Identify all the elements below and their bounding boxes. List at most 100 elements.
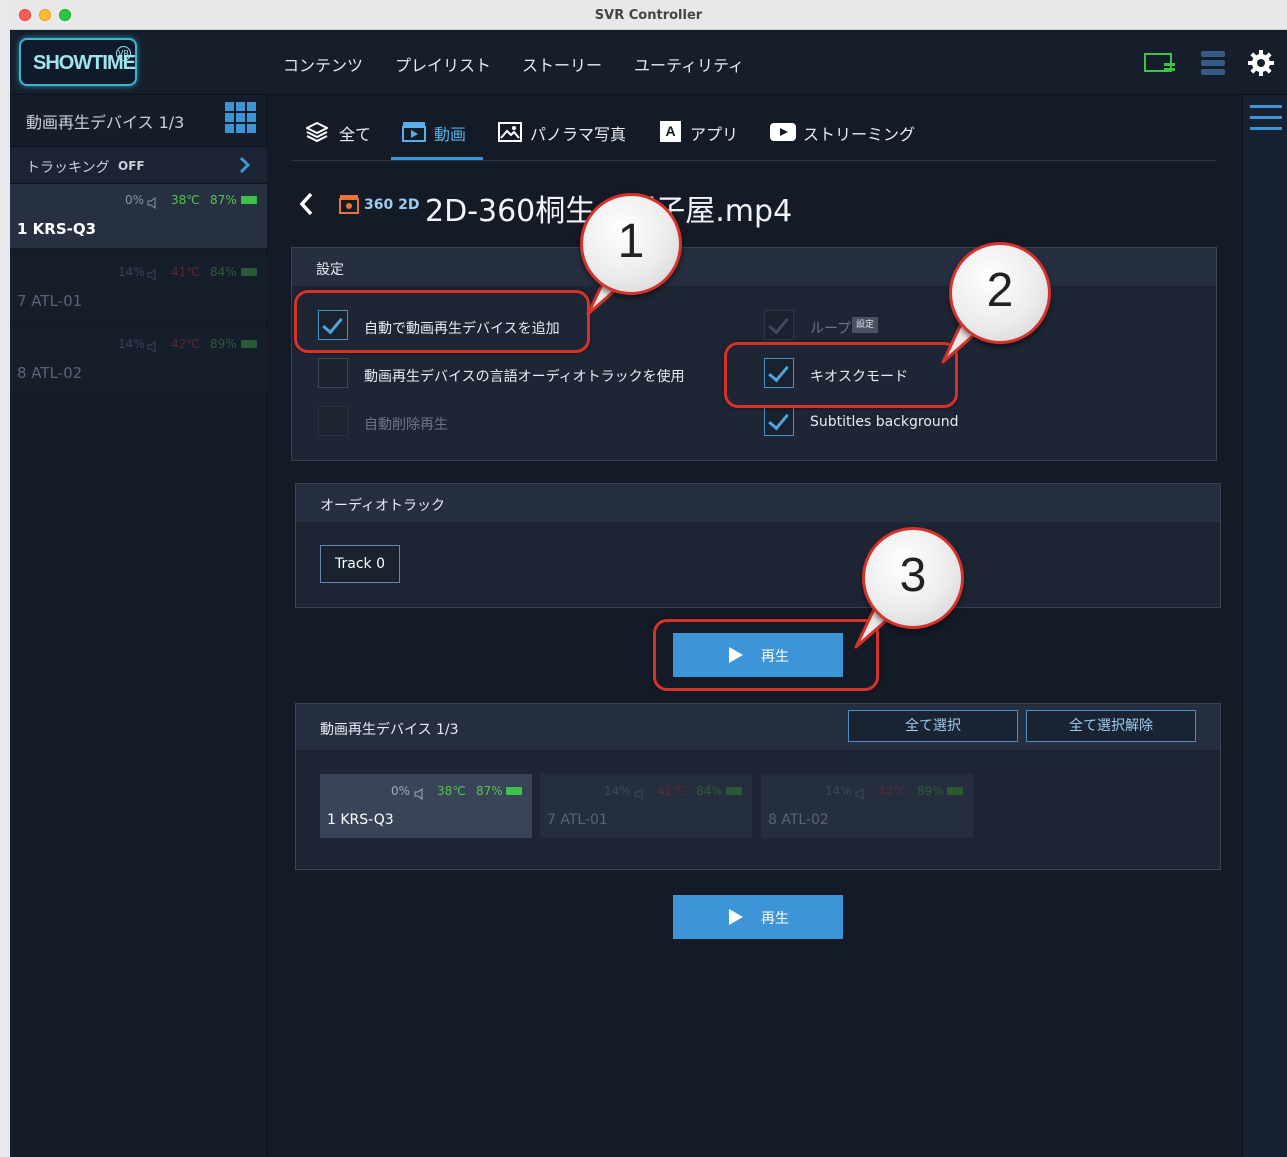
battery-icon <box>506 787 522 795</box>
title-bar: SVR Controller <box>10 0 1287 30</box>
device-volume: 14% <box>118 337 145 351</box>
video-icon <box>402 121 426 143</box>
menu-icon[interactable] <box>1250 105 1282 131</box>
tab-video[interactable]: 動画 <box>434 121 466 145</box>
language-audio-track-checkbox[interactable] <box>318 358 348 388</box>
playback-devices-panel: 動画再生デバイス 1/3 全て選択 全て選択解除 0% 38℃ 87% 1 KR… <box>295 703 1221 870</box>
device-volume: 0% <box>391 784 411 798</box>
device-battery: 84% <box>696 784 723 798</box>
highlight-kiosk-mode <box>724 342 958 408</box>
sidebar-header: 動画再生デバイス 1/3 <box>26 113 185 132</box>
tab-panorama[interactable]: パノラマ写真 <box>530 121 626 145</box>
callout-2: 2 <box>949 242 1051 344</box>
device-name: 7 ATL-01 <box>547 812 608 828</box>
streaming-icon <box>770 123 796 141</box>
tab-app[interactable]: アプリ <box>690 121 738 145</box>
gear-icon[interactable] <box>1247 49 1275 77</box>
panorama-icon <box>498 122 522 142</box>
language-audio-track-label: 動画再生デバイスの言語オーディオトラックを使用 <box>364 369 685 385</box>
tabs-divider <box>291 160 1217 161</box>
devices-title: 動画再生デバイス 1/3 <box>320 722 459 738</box>
play-button-bottom[interactable]: 再生 <box>673 895 843 939</box>
grid-icon[interactable] <box>225 102 257 134</box>
audio-track-header: オーディオトラック <box>296 484 1220 522</box>
format-badge: 360 2D <box>364 197 420 213</box>
device-volume: 14% <box>118 265 145 279</box>
tab-streaming[interactable]: ストリーミング <box>803 121 915 145</box>
auto-delete-playback-checkbox[interactable] <box>318 406 348 436</box>
auto-delete-playback-label: 自動削除再生 <box>364 417 448 433</box>
device-volume: 14% <box>604 784 631 798</box>
subtitles-background-checkbox[interactable] <box>764 406 794 436</box>
battery-icon <box>947 787 963 795</box>
deselect-all-button[interactable]: 全て選択解除 <box>1026 710 1196 742</box>
select-all-button[interactable]: 全て選択 <box>848 710 1018 742</box>
window-title: SVR Controller <box>594 8 703 23</box>
device-name: 8 ATL-02 <box>17 364 83 382</box>
sidebar-device-1[interactable]: 0% 38℃ 87% 1 KRS-Q3 <box>10 184 267 248</box>
tab-all[interactable]: 全て <box>339 121 371 145</box>
callout-1-number: 1 <box>617 215 645 268</box>
audio-track-panel: オーディオトラック Track 0 <box>295 483 1221 608</box>
device-card-2[interactable]: 14% 41℃ 84% 7 ATL-01 <box>540 774 752 838</box>
server-icon[interactable] <box>1200 50 1226 76</box>
device-battery: 89% <box>210 337 237 351</box>
device-temp: 42℃ <box>878 784 907 798</box>
tracking-value: OFF <box>118 159 145 173</box>
chevron-right-icon[interactable] <box>238 155 252 175</box>
device-sidebar: 動画再生デバイス 1/3 トラッキング OFF 0% 38℃ 87% 1 KRS… <box>10 95 267 1157</box>
device-volume: 0% <box>125 193 145 207</box>
showtime-logo: SHOWTIME VR <box>19 38 137 86</box>
battery-icon <box>241 340 257 348</box>
device-battery: 87% <box>210 193 237 207</box>
app-icon: A <box>660 121 681 142</box>
device-battery: 89% <box>917 784 944 798</box>
nav-contents[interactable]: コンテンツ <box>283 52 363 76</box>
device-card-1[interactable]: 0% 38℃ 87% 1 KRS-Q3 <box>320 774 532 838</box>
device-battery: 84% <box>210 265 237 279</box>
sidebar-device-3[interactable]: 14% 42℃ 89% 8 ATL-02 <box>10 328 267 392</box>
speaker-icon <box>634 785 646 800</box>
highlight-auto-add <box>294 290 590 353</box>
callout-1: 1 <box>580 193 682 295</box>
device-card-3[interactable]: 14% 42℃ 89% 8 ATL-02 <box>761 774 973 838</box>
right-panel-strip <box>1242 95 1287 1157</box>
sidebar-device-2[interactable]: 14% 41℃ 84% 7 ATL-01 <box>10 256 267 320</box>
video-type-icon <box>339 194 359 214</box>
device-volume: 14% <box>825 784 852 798</box>
speaker-icon <box>147 266 159 281</box>
play-label: 再生 <box>761 911 789 927</box>
desktop-strip <box>0 0 10 1157</box>
speaker-icon <box>414 785 426 800</box>
device-name: 8 ATL-02 <box>768 812 829 828</box>
speaker-icon <box>147 194 159 209</box>
callout-3: 3 <box>862 527 964 629</box>
device-name: 7 ATL-01 <box>17 292 83 310</box>
loop-checkbox[interactable] <box>764 310 794 340</box>
callout-3-number: 3 <box>899 549 927 602</box>
display-icon[interactable] <box>1144 53 1176 75</box>
settings-title: 設定 <box>316 262 344 278</box>
loop-settings-tag[interactable]: 設定 <box>852 317 879 333</box>
audio-track-title: オーディオトラック <box>320 498 446 514</box>
nav-utility[interactable]: ユーティリティ <box>634 52 744 76</box>
settings-header: 設定 <box>292 248 1216 286</box>
device-temp: 41℃ <box>171 265 200 279</box>
app-window: SVR Controller SHOWTIME VR コンテンツ プレイリスト … <box>10 0 1287 1157</box>
device-temp: 38℃ <box>171 193 200 207</box>
device-temp: 41℃ <box>657 784 686 798</box>
loop-label: ループ <box>810 321 852 337</box>
nav-playlist[interactable]: プレイリスト <box>395 52 491 76</box>
logo-badge: VR <box>116 46 131 61</box>
nav-story[interactable]: ストーリー <box>522 52 602 76</box>
track-0-button[interactable]: Track 0 <box>320 545 400 583</box>
speaker-icon <box>147 338 159 353</box>
layers-icon <box>304 121 330 143</box>
highlight-play-button <box>653 619 879 691</box>
tracking-label: トラッキング <box>26 160 110 176</box>
battery-icon <box>726 787 742 795</box>
back-icon[interactable] <box>297 190 315 218</box>
speaker-icon <box>855 785 867 800</box>
battery-icon <box>241 268 257 276</box>
tracking-row[interactable]: トラッキング OFF <box>10 146 267 184</box>
